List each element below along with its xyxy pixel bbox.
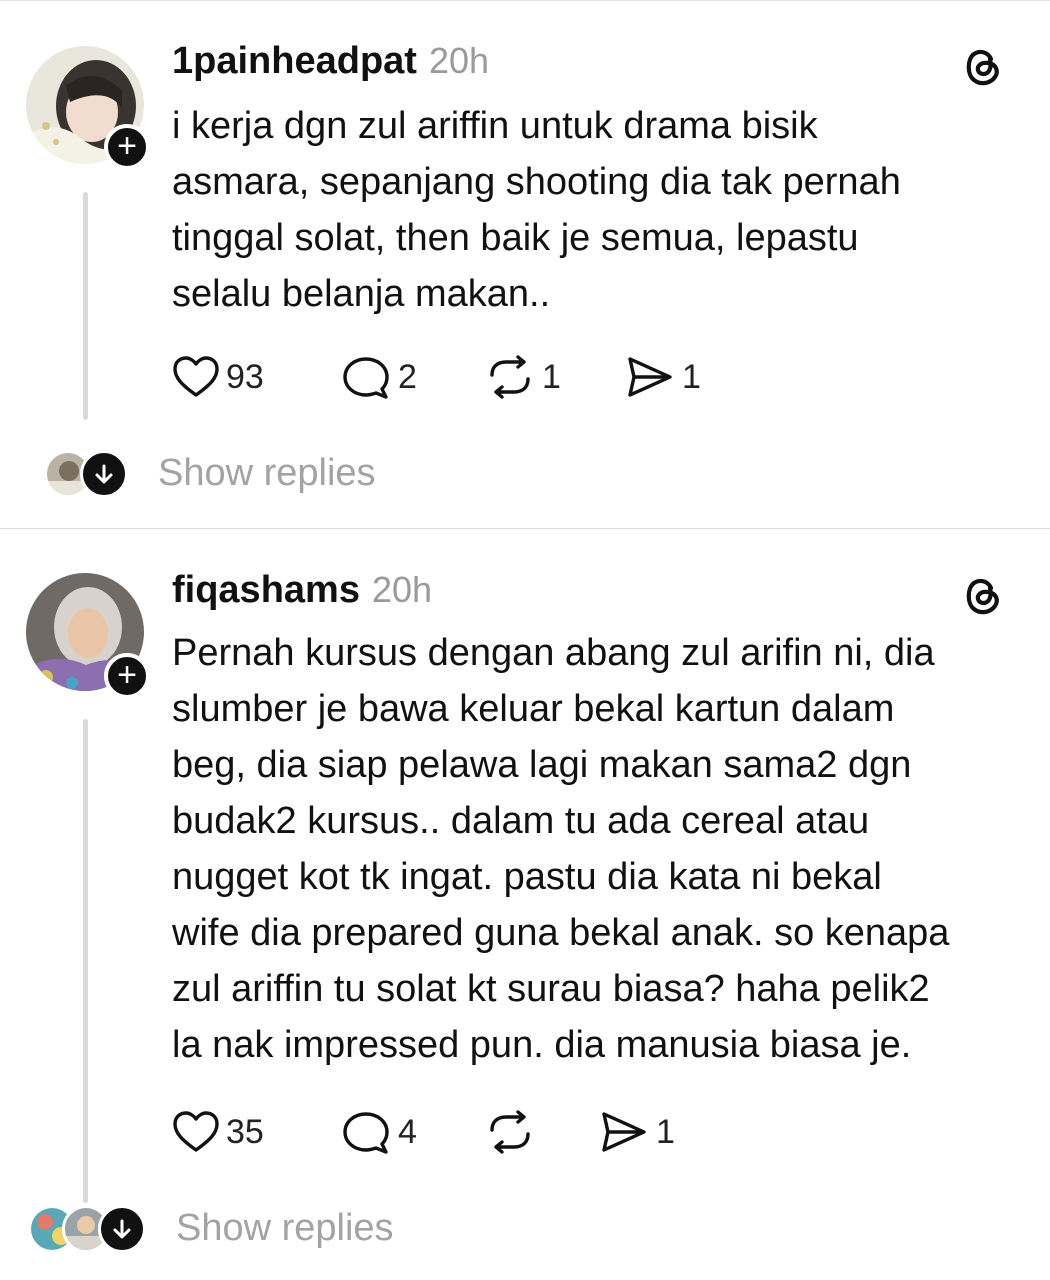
comment-count: 4 (398, 1112, 417, 1151)
show-replies-row[interactable]: Show replies (44, 450, 444, 500)
timestamp: 20h (371, 569, 433, 610)
comment-button[interactable]: 2 (340, 352, 417, 402)
arrow-down-icon (80, 450, 128, 498)
threads-logo-icon[interactable] (960, 573, 1006, 619)
post-text: Pernah kursus dengan abang zul arifin ni… (172, 632, 950, 1066)
action-bar: 93 2 1 1 (172, 352, 732, 402)
send-icon (628, 357, 672, 397)
show-replies-link[interactable]: Show replies (176, 1207, 394, 1250)
timestamp: 20h (428, 40, 490, 81)
show-replies-link[interactable]: Show replies (158, 452, 376, 495)
repost-icon (490, 355, 530, 399)
like-count: 35 (226, 1112, 264, 1151)
repost-icon (490, 1110, 530, 1154)
comment-icon (343, 1112, 389, 1154)
comment-button[interactable]: 4 (340, 1107, 417, 1157)
follow-plus-icon[interactable]: + (104, 124, 150, 170)
thread-post: + 1painheadpat 20h i kerja dgn zul ariff… (0, 0, 1050, 528)
repost-button[interactable] (484, 1107, 542, 1157)
comment-count: 2 (398, 357, 417, 396)
action-bar: 35 4 1 (172, 1107, 732, 1157)
arrow-down-icon (98, 1205, 146, 1253)
post-header: 1painheadpat 20h (172, 40, 489, 90)
show-replies-row[interactable]: Show replies (28, 1205, 448, 1255)
post-text: i kerja dgn zul ariffin untuk drama bisi… (172, 105, 901, 315)
heart-icon (173, 1111, 219, 1152)
follow-plus-icon[interactable]: + (104, 653, 150, 699)
like-count: 93 (226, 357, 264, 396)
post-header: fiqashams 20h (172, 569, 432, 619)
thread-line (83, 192, 88, 420)
thread-post: + fiqashams 20h Pernah kursus dengan aba… (0, 529, 1050, 1280)
username[interactable]: 1painheadpat (172, 40, 417, 83)
share-button[interactable]: 1 (598, 1107, 675, 1157)
send-icon (602, 1112, 646, 1152)
thread-line (83, 719, 88, 1203)
share-count: 1 (682, 357, 701, 396)
repost-button[interactable]: 1 (484, 352, 561, 402)
username[interactable]: fiqashams (172, 569, 360, 612)
share-count: 1 (656, 1112, 675, 1151)
repost-count: 1 (542, 357, 561, 396)
share-button[interactable]: 1 (624, 352, 701, 402)
heart-icon (173, 356, 219, 397)
like-button[interactable]: 35 (172, 1107, 264, 1157)
like-button[interactable]: 93 (172, 352, 264, 402)
comment-icon (343, 357, 389, 399)
threads-logo-icon[interactable] (960, 44, 1006, 90)
